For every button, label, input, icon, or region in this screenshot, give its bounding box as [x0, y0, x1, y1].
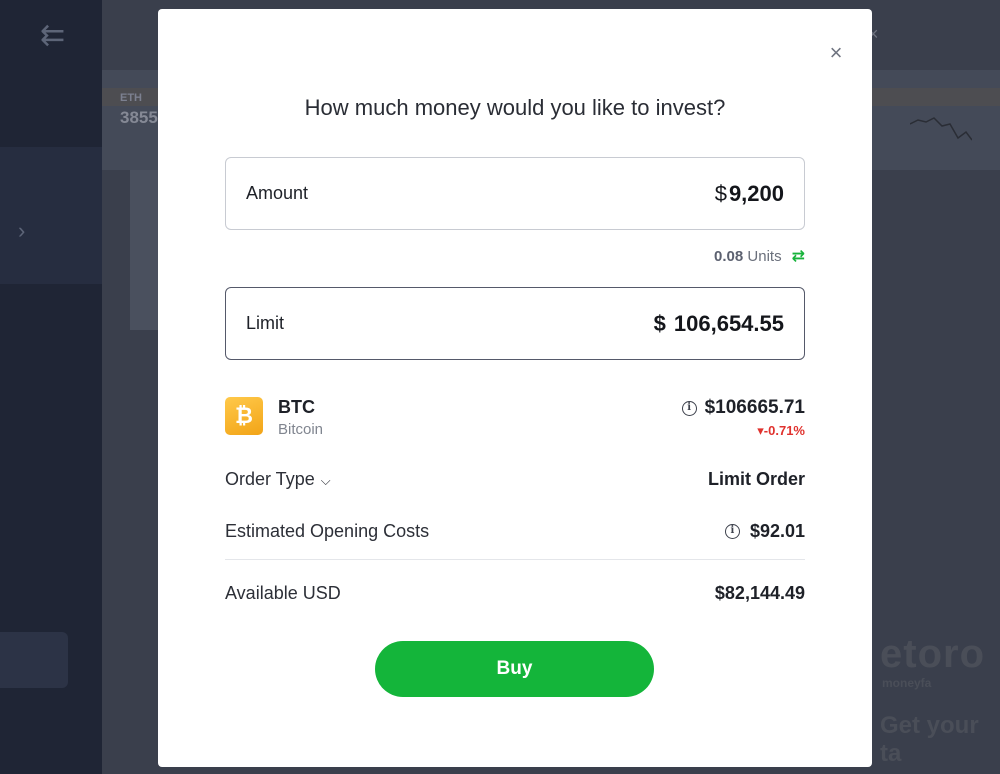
amount-field[interactable]: Amount $9,200	[225, 157, 805, 230]
background-sidebar-selected	[0, 147, 102, 284]
background-panel	[130, 170, 158, 330]
amount-number: 9,200	[728, 180, 784, 206]
background-brand-sub: moneyfa	[882, 676, 932, 690]
info-icon[interactable]: i	[681, 400, 697, 416]
limit-field[interactable]: Limit $106,654.55	[225, 287, 805, 360]
order-type-dropdown[interactable]: Order Type ⌵	[225, 469, 331, 490]
asset-change: ▾-0.71%	[757, 423, 805, 439]
background-sparkline	[910, 117, 972, 141]
info-icon[interactable]: i	[724, 524, 740, 539]
chevron-down-icon: ⌵	[320, 473, 331, 488]
asset-symbol: BTC	[278, 397, 315, 417]
limit-number: 106,654.55	[673, 310, 784, 336]
limit-currency: $	[653, 310, 666, 336]
background-heading: Get your ta	[880, 712, 979, 767]
back-arrow-icon[interactable]: ⇇	[40, 21, 65, 51]
order-type-value: Limit Order	[707, 469, 805, 489]
units-row: 0.08 Units ⇄	[714, 246, 805, 266]
invest-modal: × How much money would you like to inves…	[158, 9, 872, 767]
modal-title: How much money would you like to invest?	[304, 95, 726, 120]
chevron-right-icon[interactable]: ›	[18, 218, 25, 244]
available-value: $82,144.49	[714, 583, 805, 603]
units-value: 0.08	[714, 247, 744, 265]
asset-price: $106665.71	[704, 397, 805, 418]
background-ticker-value: 3855	[120, 108, 158, 127]
swap-icon[interactable]: ⇄	[792, 246, 805, 266]
limit-value[interactable]: $106,654.55	[654, 311, 784, 337]
background-card	[0, 632, 68, 688]
background-ticker: ETH	[120, 92, 142, 104]
asset-price-row: i $106665.71	[681, 397, 805, 419]
opening-costs-row: i $92.01	[724, 521, 805, 542]
bitcoin-icon: ₿	[225, 397, 263, 435]
close-icon[interactable]: ×	[826, 42, 846, 64]
amount-label: Amount	[246, 183, 309, 203]
opening-costs-value: $92.01	[749, 521, 805, 541]
amount-currency: $	[714, 180, 727, 206]
background-brand-logo: etoro	[880, 632, 985, 676]
asset-change-value: -0.71%	[763, 423, 805, 438]
units-label: Units	[747, 247, 782, 265]
divider	[225, 559, 805, 560]
available-label: Available USD	[225, 583, 341, 603]
limit-label: Limit	[246, 313, 285, 333]
asset-name: Bitcoin	[278, 421, 324, 438]
amount-value[interactable]: $9,200	[715, 181, 784, 207]
opening-costs-label: Estimated Opening Costs	[225, 521, 430, 541]
buy-button[interactable]: Buy	[375, 641, 654, 697]
order-type-label: Order Type	[225, 469, 315, 489]
